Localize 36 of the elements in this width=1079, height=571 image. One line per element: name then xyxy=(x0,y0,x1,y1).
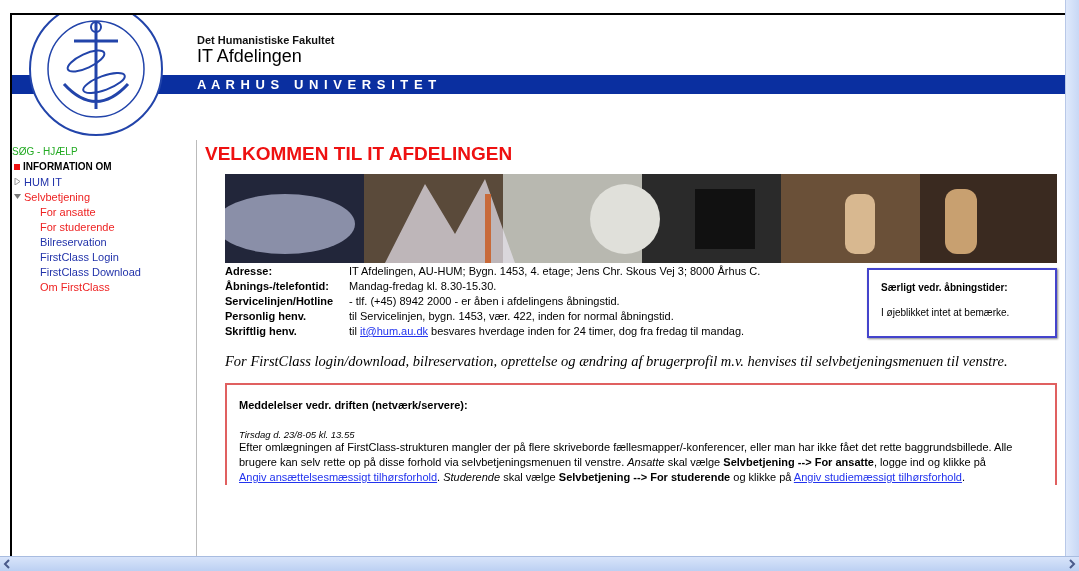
info-value: til Servicelinjen, bygn. 1453, vær. 422, inden for normal åbningstid. xyxy=(349,310,675,323)
bullet-icon xyxy=(14,163,20,170)
menu-link[interactable]: Selvbetjening xyxy=(24,190,91,203)
hours-title: Særligt vedr. åbningstider: xyxy=(881,282,1009,293)
collapsed-arrow-icon[interactable] xyxy=(14,178,21,185)
intro-text: For FirstClass login/download, bilreservation, oprettelse og ændring af brugerprofil m.v. henvises til selvbetjeningsmenuen til venstre. xyxy=(225,352,1009,371)
section-heading: INFORMATION OM xyxy=(23,161,112,172)
info-value: - tlf. (+45) 8942 2000 - er åben i afdelingens åbningstid. xyxy=(349,295,621,308)
submenu-link[interactable]: FirstClass Login xyxy=(40,250,119,263)
link[interactable]: Angiv studiemæssigt tilhørsforhold xyxy=(793,471,962,483)
info-label: Servicelinjen/Hotline xyxy=(225,295,335,308)
hours-text: I øjeblikket intet at bemærke. xyxy=(881,307,1011,318)
notice-title: Meddelelser vedr. driften (netværk/servere): xyxy=(239,399,469,411)
info-label: Adresse: xyxy=(225,265,274,278)
university-name: A A R H U S U N I V E R S I T E T xyxy=(197,77,438,92)
info-value: Mandag-fredag kl. 8.30-15.30. xyxy=(349,280,498,293)
submenu-link[interactable]: For studerende xyxy=(40,220,115,233)
notice-date: Tirsdag d. 23/8-05 kl. 13.55 xyxy=(239,429,356,440)
submenu-link[interactable]: FirstClass Download xyxy=(40,265,141,278)
info-label: Åbnings-/telefontid: xyxy=(225,280,330,293)
submenu-link[interactable]: Bilreservation xyxy=(40,235,107,248)
horizontal-scrollbar[interactable] xyxy=(0,556,1079,571)
notice-text: Efter omlægningen af FirstClass-strukturen mangler der på flere skriveborde fællesmapper/-konferencer, eller man har ikke fået det rette baggrundsbillede. Alle brugere kan selv rette op på disse forhold via selvbetjeningsmenuen til venstre. Ansatte skal vælge Selvbetjening --> For ansatte, logge ind og klikke på Angiv ansættelsesmæssigt tilhørsforhold. Studerende skal vælge Selvbetjening --> For studerende og klikke på Angiv studiemæssigt tilhørsforhold. xyxy=(239,440,1014,485)
menu-link[interactable]: HUM IT xyxy=(24,175,62,188)
department-title: IT Afdelingen xyxy=(197,46,303,67)
info-label: Personlig henv. xyxy=(225,310,308,323)
vertical-scrollbar[interactable] xyxy=(1065,0,1079,556)
info-label: Skriftlig henv. xyxy=(225,325,298,338)
info-value: til it@hum.au.dk besvares hverdage inden for 24 timer, dog fra fredag til mandag. xyxy=(349,325,746,338)
link[interactable]: it@hum.au.dk xyxy=(360,325,429,337)
submenu-link[interactable]: For ansatte xyxy=(40,205,96,218)
expanded-arrow-icon[interactable] xyxy=(14,193,21,200)
page-heading: VELKOMMEN TIL IT AFDELINGEN xyxy=(205,143,514,166)
submenu-link[interactable]: Om FirstClass xyxy=(40,280,110,293)
faculty-name: Det Humanistiske Fakultet xyxy=(197,34,336,46)
info-value: IT Afdelingen, AU-HUM; Bygn. 1453, 4. etage; Jens Chr. Skous Vej 3; 8000 Århus C. xyxy=(349,265,761,278)
